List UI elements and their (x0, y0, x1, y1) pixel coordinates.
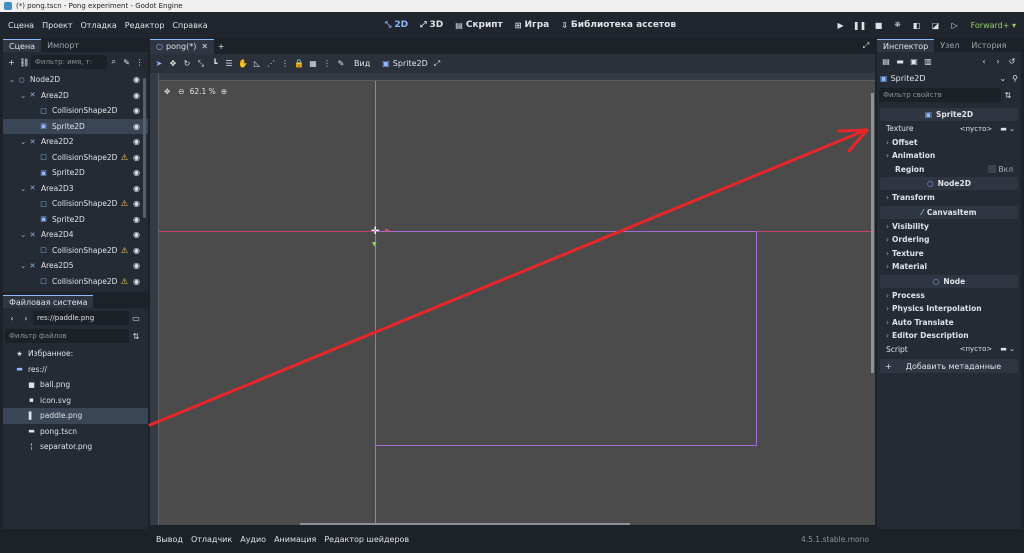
annotation-arrow (148, 128, 869, 427)
annotation-arrow-line (148, 128, 868, 427)
